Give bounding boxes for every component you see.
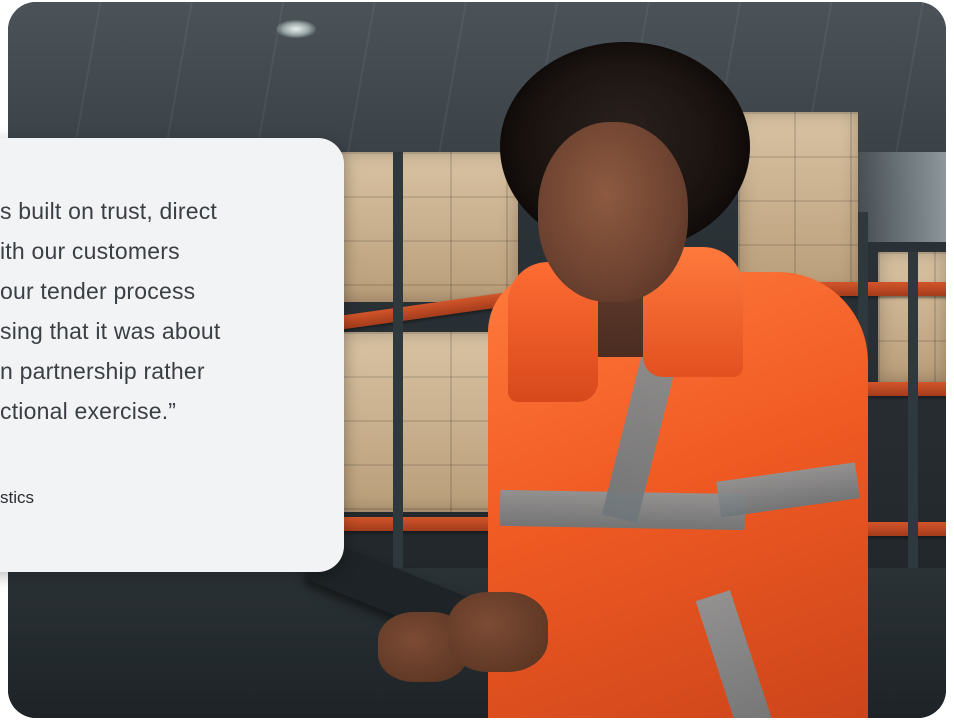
quote-line: our tender process [0, 278, 196, 304]
shelf-beam [868, 382, 946, 396]
face [538, 122, 688, 302]
ceiling-light [276, 20, 316, 38]
testimonial-card: s built on trust, direct ith our custome… [0, 138, 344, 572]
quote-line: s built on trust, direct [0, 198, 217, 224]
testimonial-quote: s built on trust, direct ith our custome… [0, 138, 344, 572]
shelf-beam [868, 522, 946, 536]
quote-line: sing that it was about [0, 318, 221, 344]
hand [448, 592, 548, 672]
quote-line: ith our customers [0, 238, 180, 264]
testimonial-author-company: stics [0, 488, 34, 507]
quote-line: n partnership rather [0, 358, 205, 384]
quote-line: ctional exercise.” [0, 398, 177, 424]
worker-figure [304, 32, 868, 718]
